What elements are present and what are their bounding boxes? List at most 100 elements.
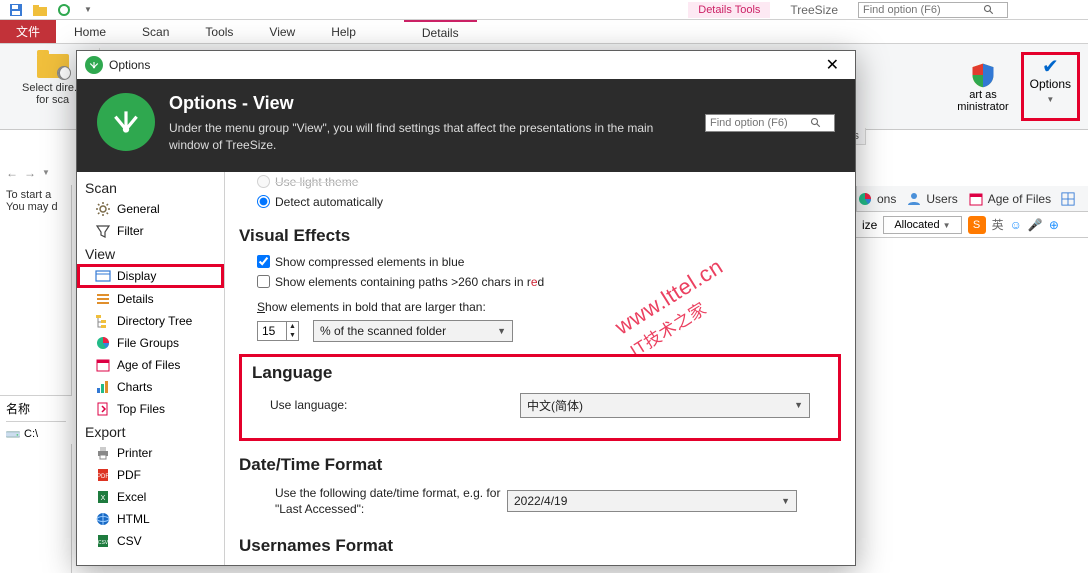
ime-globe-icon[interactable]: ⊕ [1049, 218, 1059, 232]
pdf-icon: PDF [95, 467, 111, 483]
side-item-details[interactable]: Details [77, 288, 224, 310]
menu-view[interactable]: View [251, 20, 313, 43]
search-icon[interactable] [983, 4, 995, 16]
menu-home[interactable]: Home [56, 20, 124, 43]
datetime-dropdown[interactable]: 2022/4/19▼ [507, 490, 797, 512]
html-icon [95, 511, 111, 527]
tree-icon [95, 313, 111, 329]
svg-text:CSV: CSV [98, 540, 109, 546]
funnel-icon [95, 223, 111, 239]
titlebar-search-input[interactable] [863, 4, 983, 16]
hint-line1: To start a [6, 189, 65, 201]
tab-age-of-files[interactable]: Age of Files [968, 191, 1051, 207]
details-tools-tab[interactable]: Details Tools [688, 2, 770, 18]
menu-details[interactable]: Details [404, 20, 477, 43]
excel-icon: X [95, 489, 111, 505]
options-dialog: Options ✕ Options - View Under the menu … [76, 50, 856, 566]
drive-icon [6, 428, 20, 440]
folder-icon[interactable] [32, 2, 48, 18]
shield-icon [969, 61, 997, 89]
administrator-label: ministrator [957, 101, 1008, 113]
side-item-csv[interactable]: CSVCSV [77, 530, 224, 552]
spin-up-icon[interactable]: ▲ [287, 322, 298, 331]
refresh-icon[interactable] [56, 2, 72, 18]
dialog-sidebar: Scan General Filter View Display Details… [77, 172, 225, 565]
side-item-pdf[interactable]: PDFPDF [77, 464, 224, 486]
radio-light-theme[interactable]: Use light theme [239, 172, 841, 192]
side-section-scan: Scan [77, 176, 224, 198]
calendar-icon [95, 357, 111, 373]
chk-compressed[interactable]: Show compressed elements in blue [239, 252, 841, 272]
gear-icon [95, 201, 111, 217]
chk-longpaths[interactable]: Show elements containing paths >260 char… [239, 272, 841, 292]
chevron-down-icon[interactable]: ▼ [42, 168, 50, 177]
ime-lang-label[interactable]: 英 [992, 216, 1004, 233]
dialog-search[interactable] [705, 114, 835, 132]
spin-down-icon[interactable]: ▼ [287, 331, 298, 340]
drive-row[interactable]: C:\ [6, 428, 66, 440]
side-item-display[interactable]: Display [77, 264, 224, 288]
titlebar-search[interactable] [858, 2, 1008, 18]
ime-emoji-icon[interactable]: ☺ [1010, 218, 1022, 232]
start-as-label: art as [969, 89, 997, 101]
document-arrow-icon [95, 401, 111, 417]
treesize-logo [97, 93, 155, 151]
ime-sogou-icon[interactable]: S [968, 216, 986, 234]
side-item-html[interactable]: HTML [77, 508, 224, 530]
side-section-view: View [77, 242, 224, 264]
chevron-down-icon: ▼ [1046, 91, 1054, 104]
dialog-search-input[interactable] [710, 117, 810, 129]
drive-label: C:\ [24, 428, 38, 440]
search-icon[interactable] [810, 117, 822, 129]
bold-unit-dropdown[interactable]: % of the scanned folder▼ [313, 320, 513, 342]
side-item-age[interactable]: Age of Files [77, 354, 224, 376]
dropdown-icon[interactable]: ▼ [80, 2, 96, 18]
chevron-down-icon: ▼ [497, 326, 506, 336]
side-item-filegroups[interactable]: File Groups [77, 332, 224, 354]
menu-file[interactable]: 文件 [0, 20, 56, 43]
datetime-heading: Date/Time Format [239, 455, 841, 475]
ime-mic-icon[interactable]: 🎤 [1028, 218, 1043, 232]
language-dropdown[interactable]: 中文(简体)▼ [520, 393, 810, 418]
grid-icon[interactable] [1061, 192, 1075, 206]
side-item-topfiles[interactable]: Top Files [77, 398, 224, 420]
nav-forward-icon[interactable]: → [24, 166, 36, 180]
side-item-dirtree[interactable]: Directory Tree [77, 310, 224, 332]
side-item-excel[interactable]: XExcel [77, 486, 224, 508]
check-icon: ✔ [1042, 57, 1059, 77]
app-name: TreeSize [770, 1, 858, 19]
usernames-heading: Usernames Format [239, 536, 841, 556]
for-scan-label: for sca [36, 94, 69, 106]
close-button[interactable]: ✕ [818, 55, 847, 75]
col-size: ize [856, 218, 883, 232]
datetime-label: Use the following date/time format, e.g.… [257, 485, 507, 519]
tab-users[interactable]: Users [906, 191, 957, 207]
side-item-general[interactable]: General [77, 198, 224, 220]
treesize-icon [85, 56, 103, 74]
radio-detect-auto[interactable]: Detect automatically [239, 192, 841, 212]
allocated-dropdown[interactable]: Allocated ▼ [883, 216, 961, 234]
menu-help[interactable]: Help [313, 20, 374, 43]
nav-back-forward: ← → ▼ [0, 160, 72, 186]
start-as-admin-button[interactable]: art as ministrator [949, 59, 1016, 115]
side-item-printer[interactable]: Printer [77, 442, 224, 464]
printer-icon [95, 445, 111, 461]
language-heading: Language [252, 363, 828, 383]
nav-back-icon[interactable]: ← [6, 166, 18, 180]
window-icon [95, 268, 111, 284]
bold-threshold-input[interactable]: ▲▼ [257, 321, 303, 341]
csv-icon: CSV [95, 533, 111, 549]
chevron-down-icon: ▼ [781, 496, 790, 506]
options-button[interactable]: ✔ Options ▼ [1021, 52, 1080, 121]
side-item-filter[interactable]: Filter [77, 220, 224, 242]
svg-text:PDF: PDF [97, 474, 109, 480]
bar-chart-icon [95, 379, 111, 395]
users-icon [906, 191, 922, 207]
menu-tools[interactable]: Tools [187, 20, 251, 43]
save-icon[interactable] [8, 2, 24, 18]
bold-threshold-label: SShow elements in bold that are larger t… [239, 292, 841, 316]
pie-icon [95, 335, 111, 351]
tab-extensions[interactable]: ons [857, 191, 896, 207]
menu-scan[interactable]: Scan [124, 20, 187, 43]
side-item-charts[interactable]: Charts [77, 376, 224, 398]
